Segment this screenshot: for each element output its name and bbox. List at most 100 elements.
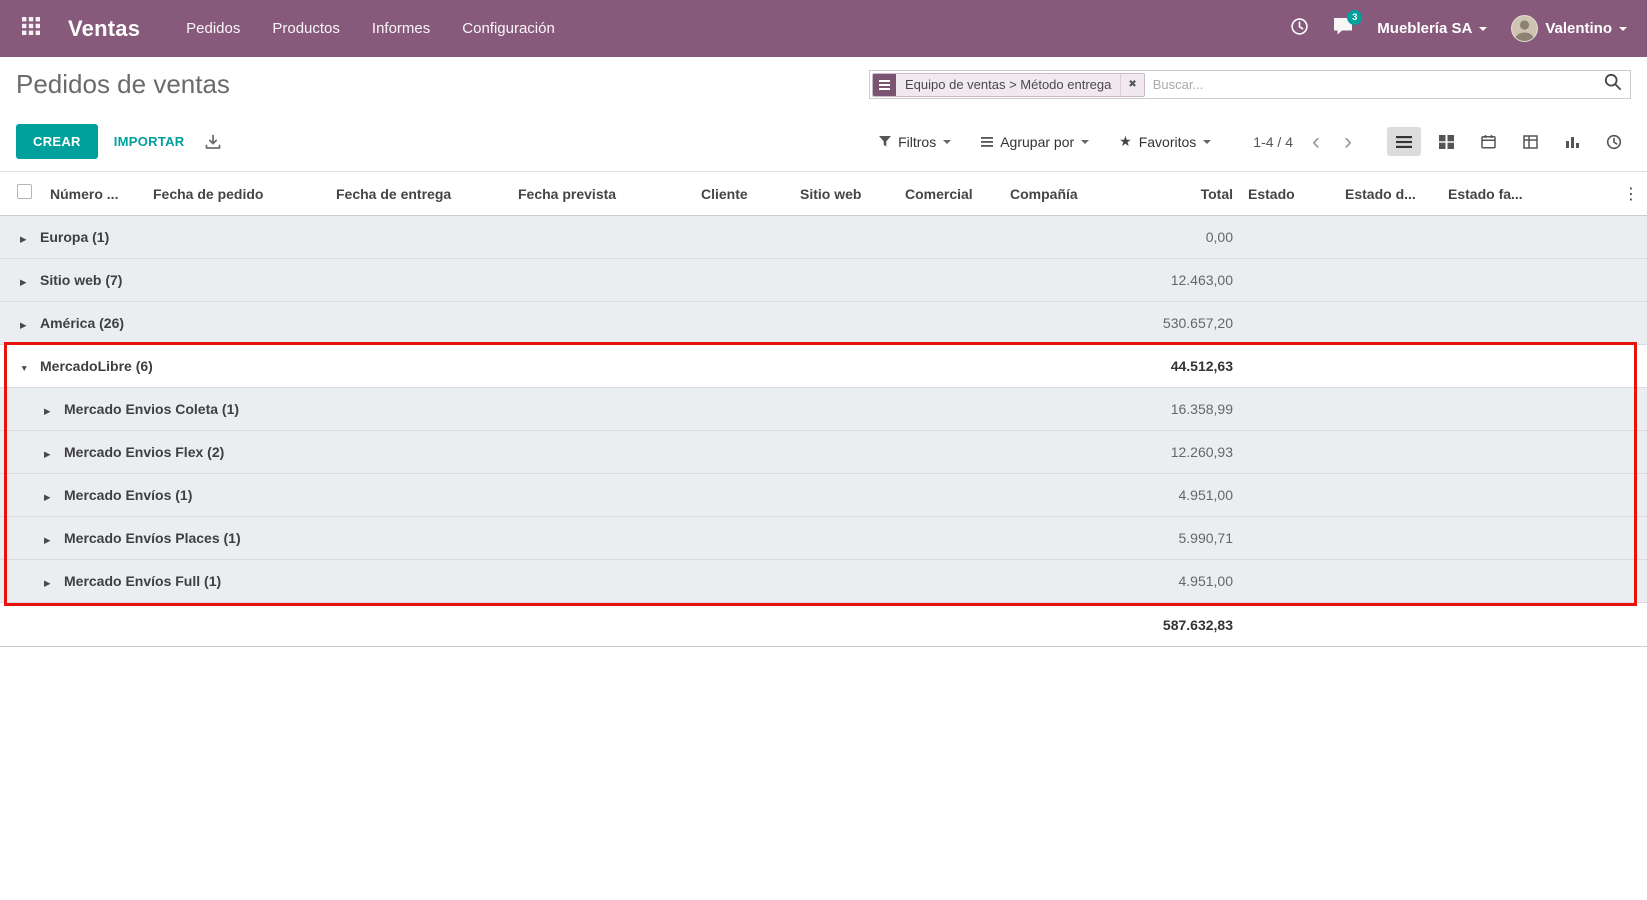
group-total: 16.358,99 bbox=[1113, 401, 1240, 417]
facet-remove-icon[interactable] bbox=[1120, 74, 1143, 96]
view-switcher-activity[interactable] bbox=[1597, 127, 1631, 156]
favorites-dropdown[interactable]: ★ Favoritos bbox=[1119, 133, 1211, 150]
pager-value[interactable]: 1-4 / 4 bbox=[1253, 134, 1293, 150]
expand-icon bbox=[44, 573, 55, 589]
star-icon: ★ bbox=[1119, 133, 1132, 150]
group-row-mercado-envios-full[interactable]: Mercado Envíos Full (1) 4.951,00 bbox=[0, 560, 1647, 603]
control-panel-top: Pedidos de ventas Equipo de ventas > Mét… bbox=[0, 57, 1647, 112]
avatar bbox=[1511, 15, 1538, 42]
group-row-mercadolibre[interactable]: MercadoLibre (6) 44.512,63 bbox=[0, 345, 1647, 388]
search-view: Equipo de ventas > Método entrega bbox=[869, 70, 1631, 99]
menu-pedidos[interactable]: Pedidos bbox=[186, 20, 240, 37]
column-header-fecha-prevista[interactable]: Fecha prevista bbox=[518, 186, 701, 202]
expand-icon bbox=[20, 272, 31, 288]
group-row-sitio-web[interactable]: Sitio web (7) 12.463,00 bbox=[0, 259, 1647, 302]
expand-icon bbox=[20, 315, 31, 331]
group-by-dropdown[interactable]: Agrupar por bbox=[981, 134, 1089, 150]
user-name: Valentino bbox=[1545, 20, 1612, 37]
chevron-down-icon bbox=[943, 140, 951, 144]
apps-menu-button[interactable] bbox=[18, 16, 44, 42]
column-header-fecha-entrega[interactable]: Fecha de entrega bbox=[336, 186, 518, 202]
column-header-fecha-pedido[interactable]: Fecha de pedido bbox=[153, 186, 336, 202]
group-total: 12.463,00 bbox=[1113, 272, 1240, 288]
group-total: 44.512,63 bbox=[1113, 358, 1240, 374]
menu-informes[interactable]: Informes bbox=[372, 20, 430, 37]
chevron-down-icon bbox=[1081, 140, 1089, 144]
column-header-estado-fa[interactable]: Estado fa... bbox=[1440, 186, 1545, 202]
search-facet: Equipo de ventas > Método entrega bbox=[872, 73, 1145, 97]
search-options: Filtros Agrupar por ★ Favoritos 1-4 / 4 … bbox=[849, 127, 1631, 156]
list-header: Número ... Fecha de pedido Fecha de entr… bbox=[0, 172, 1647, 216]
group-total: 5.990,71 bbox=[1113, 530, 1240, 546]
chevron-down-icon bbox=[1619, 27, 1627, 31]
column-header-sitio-web[interactable]: Sitio web bbox=[800, 186, 905, 202]
column-header-compania[interactable]: Compañía bbox=[1010, 186, 1113, 202]
export-download-icon[interactable] bbox=[205, 134, 221, 150]
group-row-mercado-envios-flex[interactable]: Mercado Envios Flex (2) 12.260,93 bbox=[0, 431, 1647, 474]
column-header-estado-d[interactable]: Estado d... bbox=[1337, 186, 1440, 202]
company-switcher[interactable]: Mueblería SA bbox=[1377, 20, 1487, 37]
filters-dropdown[interactable]: Filtros bbox=[879, 134, 951, 150]
pager: 1-4 / 4 ‹ › bbox=[1253, 130, 1357, 154]
group-rows: Europa (1) 0,00 Sitio web (7) 12.463,00 … bbox=[0, 216, 1647, 603]
topbar-systray: 3 Mueblería SA Valentino bbox=[1290, 15, 1627, 42]
group-total: 4.951,00 bbox=[1113, 573, 1240, 589]
pager-previous-icon[interactable]: ‹ bbox=[1307, 130, 1325, 154]
app-menu: Pedidos Productos Informes Configuración bbox=[186, 20, 555, 37]
top-navbar: Ventas Pedidos Productos Informes Config… bbox=[0, 0, 1647, 57]
search-input[interactable] bbox=[1153, 77, 1604, 92]
group-row-mercado-envios-places[interactable]: Mercado Envíos Places (1) 5.990,71 bbox=[0, 517, 1647, 560]
expand-icon bbox=[44, 487, 55, 503]
group-row-europa[interactable]: Europa (1) 0,00 bbox=[0, 216, 1647, 259]
expand-icon bbox=[20, 229, 31, 245]
list-footer: 587.632,83 bbox=[0, 603, 1647, 647]
view-switcher-pivot[interactable] bbox=[1513, 127, 1547, 156]
app-name[interactable]: Ventas bbox=[68, 16, 140, 42]
expand-icon bbox=[44, 401, 55, 417]
chevron-down-icon bbox=[1203, 140, 1211, 144]
user-menu[interactable]: Valentino bbox=[1511, 15, 1627, 42]
column-header-numero[interactable]: Número ... bbox=[50, 186, 153, 202]
menu-configuracion[interactable]: Configuración bbox=[462, 20, 555, 37]
select-all-checkbox[interactable] bbox=[17, 184, 32, 199]
grand-total: 587.632,83 bbox=[1113, 617, 1240, 633]
list-view: Número ... Fecha de pedido Fecha de entr… bbox=[0, 171, 1647, 647]
expand-icon bbox=[44, 530, 55, 546]
view-switcher bbox=[1387, 127, 1631, 156]
view-switcher-graph[interactable] bbox=[1555, 127, 1589, 156]
chevron-down-icon bbox=[1479, 27, 1487, 31]
breadcrumb: Pedidos de ventas bbox=[16, 69, 230, 100]
filter-funnel-icon bbox=[879, 134, 891, 150]
group-total: 12.260,93 bbox=[1113, 444, 1240, 460]
optional-columns-toggle[interactable]: ⋮ bbox=[1545, 184, 1647, 204]
apps-grid-icon bbox=[22, 17, 40, 40]
view-switcher-list[interactable] bbox=[1387, 127, 1421, 156]
search-icon[interactable] bbox=[1604, 73, 1622, 96]
group-total: 4.951,00 bbox=[1113, 487, 1240, 503]
messages-count-badge: 3 bbox=[1347, 10, 1362, 25]
group-total: 0,00 bbox=[1113, 229, 1240, 245]
pager-next-icon[interactable]: › bbox=[1339, 130, 1357, 154]
control-panel-buttons: CREAR IMPORTAR Filtros Agrupar por ★ Fav… bbox=[0, 112, 1647, 171]
column-header-comercial[interactable]: Comercial bbox=[905, 186, 1010, 202]
collapse-icon bbox=[20, 358, 31, 374]
group-by-lines-icon bbox=[981, 134, 993, 150]
view-switcher-kanban[interactable] bbox=[1429, 127, 1463, 156]
facet-group-icon bbox=[873, 74, 896, 96]
import-button[interactable]: IMPORTAR bbox=[114, 134, 185, 149]
group-row-mercado-envios-coleta[interactable]: Mercado Envios Coleta (1) 16.358,99 bbox=[0, 388, 1647, 431]
column-header-total[interactable]: Total bbox=[1113, 186, 1240, 202]
column-header-cliente[interactable]: Cliente bbox=[701, 186, 800, 202]
menu-productos[interactable]: Productos bbox=[272, 20, 340, 37]
activities-clock-icon bbox=[1290, 17, 1309, 41]
group-total: 530.657,20 bbox=[1113, 315, 1240, 331]
facet-label: Equipo de ventas > Método entrega bbox=[896, 74, 1120, 96]
create-button[interactable]: CREAR bbox=[16, 124, 98, 159]
group-row-mercado-envios[interactable]: Mercado Envíos (1) 4.951,00 bbox=[0, 474, 1647, 517]
messages-button[interactable]: 3 bbox=[1333, 17, 1353, 41]
activities-button[interactable] bbox=[1290, 17, 1309, 41]
column-header-estado[interactable]: Estado bbox=[1240, 186, 1337, 202]
company-name: Mueblería SA bbox=[1377, 20, 1472, 37]
group-row-america[interactable]: América (26) 530.657,20 bbox=[0, 302, 1647, 345]
view-switcher-calendar[interactable] bbox=[1471, 127, 1505, 156]
